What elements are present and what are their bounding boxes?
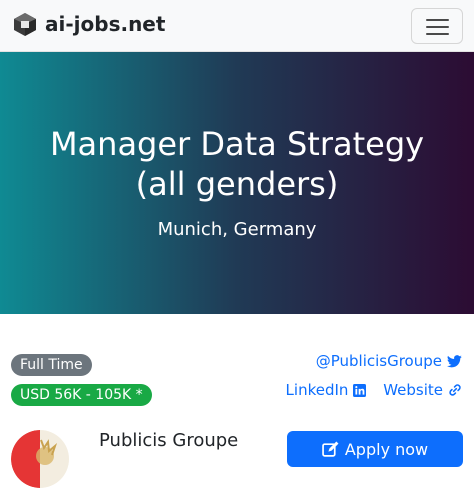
- hamburger-menu-icon: [426, 33, 449, 35]
- website-link[interactable]: Website: [383, 381, 462, 399]
- salary-badge: USD 56K - 105K *: [11, 384, 152, 406]
- employment-type-badge: Full Time: [11, 354, 92, 376]
- company-name: Publicis Groupe: [99, 430, 239, 451]
- menu-toggle-button[interactable]: [411, 8, 463, 44]
- social-links-row: LinkedIn Website: [286, 381, 462, 399]
- brand-link[interactable]: ai-jobs.net: [12, 11, 165, 37]
- hamburger-menu-icon: [426, 19, 449, 21]
- ai-jobs-logo-icon: [14, 13, 36, 36]
- twitter-handle: @PublicisGroupe: [315, 352, 442, 370]
- twitter-row: @PublicisGroupe: [316, 352, 462, 370]
- navbar: ai-jobs.net: [0, 0, 474, 52]
- linkedin-label: LinkedIn: [285, 381, 349, 399]
- job-location: Munich, Germany: [157, 219, 317, 240]
- apply-now-label: Apply now: [344, 439, 429, 459]
- twitter-icon: [447, 354, 462, 367]
- apply-now-button[interactable]: Apply now: [287, 431, 463, 467]
- linkedin-link[interactable]: LinkedIn: [286, 381, 367, 399]
- linkedin-icon: [353, 383, 367, 397]
- brand-name: ai-jobs.net: [45, 12, 166, 36]
- twitter-link[interactable]: @PublicisGroupe: [316, 352, 462, 370]
- job-title: Manager Data Strategy (all genders): [49, 125, 425, 203]
- website-label: Website: [383, 381, 443, 399]
- job-hero-banner: Manager Data Strategy (all genders) Muni…: [0, 52, 474, 314]
- edit-icon: [322, 441, 339, 457]
- link-icon: [449, 384, 461, 396]
- hamburger-menu-icon: [426, 26, 449, 28]
- publicis-logo-icon: [11, 430, 69, 488]
- company-logo: [11, 430, 69, 488]
